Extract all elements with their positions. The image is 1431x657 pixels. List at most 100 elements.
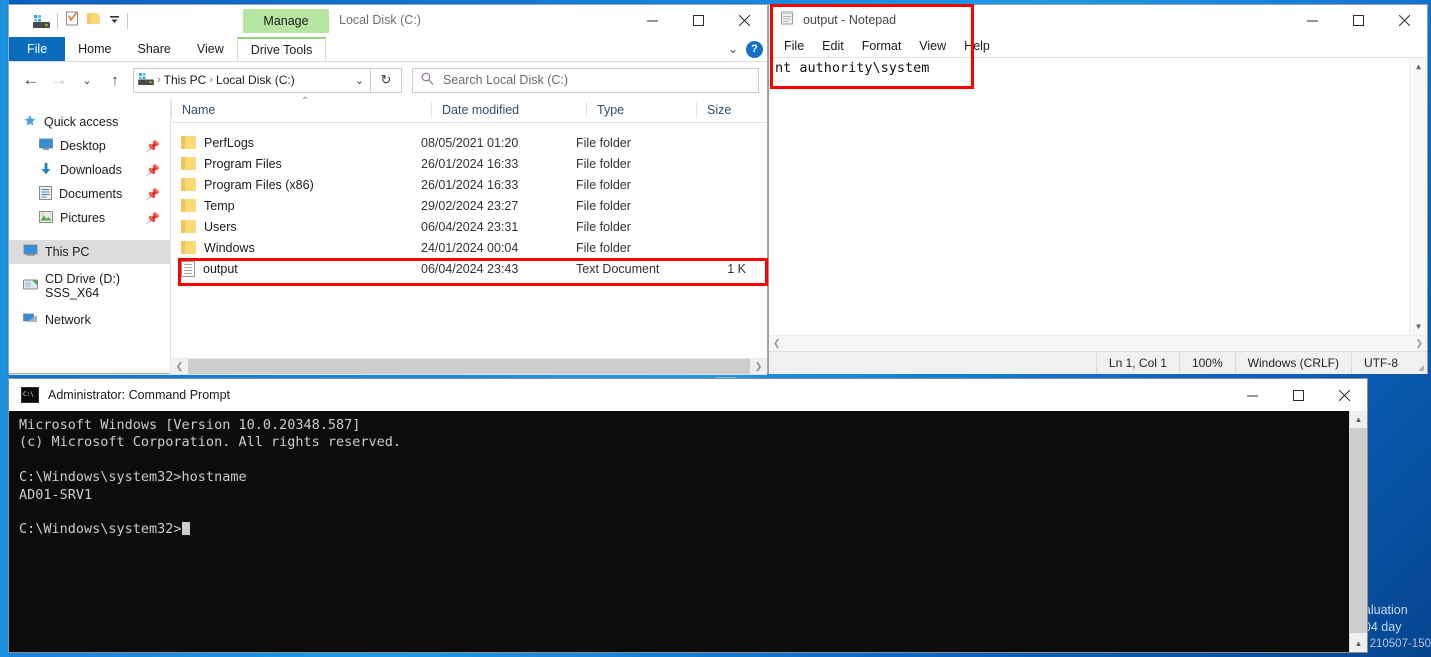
cmd-output[interactable]: Microsoft Windows [Version 10.0.20348.58… <box>9 411 1349 652</box>
notepad-text-area[interactable]: nt authority\system ▲ ▼ <box>769 57 1427 335</box>
tab-view[interactable]: View <box>184 37 237 61</box>
new-folder-icon[interactable] <box>87 12 102 30</box>
cmd-maximize-button[interactable] <box>1275 379 1321 411</box>
cmd-window-controls[interactable] <box>1229 379 1367 411</box>
table-row[interactable]: Windows 24/01/2024 00:04 File folder <box>171 237 767 258</box>
help-icon[interactable]: ? <box>746 40 763 58</box>
scroll-left-icon[interactable]: ❮ <box>773 338 781 349</box>
notepad-vertical-scrollbar[interactable]: ▲ ▼ <box>1409 58 1427 335</box>
column-headers[interactable]: ⌃ Name Date modified Type Size <box>171 96 767 123</box>
properties-icon[interactable] <box>65 11 80 31</box>
sidebar-item-cd-drive[interactable]: CD Drive (D:) SSS_X64 <box>9 272 170 300</box>
table-row[interactable]: Users 06/04/2024 23:31 File folder <box>171 216 767 237</box>
cmd-scroll-thumb[interactable] <box>1350 428 1367 633</box>
sidebar-item-pictures[interactable]: Pictures 📌 <box>9 206 170 230</box>
address-dropdown-icon[interactable]: ⌄ <box>355 74 366 87</box>
explorer-window-controls[interactable] <box>629 5 767 35</box>
table-row[interactable]: Program Files (x86) 26/01/2024 16:33 Fil… <box>171 174 767 195</box>
sidebar-item-this-pc[interactable]: This PC <box>9 240 170 264</box>
sidebar-item-downloads[interactable]: Downloads 📌 <box>9 158 170 182</box>
scroll-down-icon[interactable]: ▲ <box>1350 635 1367 652</box>
pin-icon-desktop[interactable]: 📌 <box>146 140 160 153</box>
cmd-close-button[interactable] <box>1321 379 1367 411</box>
notepad-maximize-button[interactable] <box>1335 5 1381 35</box>
file-explorer-window[interactable]: Manage Local Disk (C:) File Home Share V… <box>8 4 768 396</box>
column-header-size[interactable]: Size <box>696 102 756 118</box>
table-row[interactable]: PerfLogs 08/05/2021 01:20 File folder <box>171 132 767 153</box>
scroll-up-icon[interactable]: ▲ <box>1410 58 1427 75</box>
notepad-menu-bar[interactable]: File Edit Format View Help <box>769 35 1427 57</box>
command-prompt-window[interactable]: Administrator: Command Prompt Microsoft … <box>8 378 1368 653</box>
notepad-window-controls[interactable] <box>1289 5 1427 35</box>
quick-access-toolbar[interactable] <box>33 11 128 31</box>
menu-format[interactable]: Format <box>853 39 911 53</box>
explorer-close-button[interactable] <box>721 5 767 35</box>
up-button[interactable]: ↑ <box>101 66 129 94</box>
resize-grip-icon[interactable]: ◢ <box>1410 352 1427 374</box>
refresh-button[interactable]: ↻ <box>371 67 402 93</box>
menu-view[interactable]: View <box>910 39 955 53</box>
file-rows[interactable]: PerfLogs 08/05/2021 01:20 File folder Pr… <box>171 123 767 358</box>
horizontal-scroll-thumb[interactable] <box>188 359 750 374</box>
table-row[interactable]: Program Files 26/01/2024 16:33 File fold… <box>171 153 767 174</box>
customize-qat-icon[interactable] <box>109 12 120 30</box>
scroll-up-icon[interactable]: ▲ <box>1350 411 1367 428</box>
breadcrumb-local-disk[interactable]: Local Disk (C:) <box>216 73 295 87</box>
pin-icon-downloads[interactable]: 📌 <box>146 164 160 177</box>
notepad-close-button[interactable] <box>1381 5 1427 35</box>
sidebar-item-network[interactable]: Network <box>9 308 170 332</box>
explorer-minimize-button[interactable] <box>629 5 675 35</box>
column-header-date-modified[interactable]: Date modified <box>431 102 586 118</box>
cmd-line: Microsoft Windows [Version 10.0.20348.58… <box>19 417 361 433</box>
tab-share[interactable]: Share <box>125 37 184 61</box>
tab-drive-tools[interactable]: Drive Tools <box>236 37 327 61</box>
scroll-down-icon[interactable]: ▼ <box>1410 318 1427 335</box>
search-input[interactable]: Search Local Disk (C:) <box>412 67 759 93</box>
file-list-horizontal-scrollbar[interactable]: ❮ ❯ <box>171 358 767 374</box>
status-zoom[interactable]: 100% <box>1178 352 1235 374</box>
sidebar-label-quick-access: Quick access <box>44 115 119 129</box>
ribbon-collapse-icon[interactable]: ⌄ <box>728 42 738 56</box>
breadcrumb-this-pc[interactable]: This PC <box>164 73 207 87</box>
column-header-type[interactable]: Type <box>586 102 696 118</box>
pictures-icon <box>39 210 53 226</box>
table-row-output[interactable]: output 06/04/2024 23:43 Text Document 1 … <box>171 258 767 279</box>
notepad-horizontal-scrollbar[interactable]: ❮ ❯ <box>769 335 1427 351</box>
cmd-title-bar[interactable]: Administrator: Command Prompt <box>9 379 1367 411</box>
table-row[interactable]: Temp 29/02/2024 23:27 File folder <box>171 195 767 216</box>
back-button[interactable]: ← <box>17 66 45 94</box>
explorer-navigation-bar[interactable]: ← → ⌄ ↑ › This PC › Local Disk (C:) ⌄ ↻ … <box>9 62 767 98</box>
sidebar-item-documents[interactable]: Documents 📌 <box>9 182 170 206</box>
cmd-minimize-button[interactable] <box>1229 379 1275 411</box>
cmd-body[interactable]: Microsoft Windows [Version 10.0.20348.58… <box>9 411 1367 652</box>
address-bar[interactable]: › This PC › Local Disk (C:) ⌄ <box>133 67 371 93</box>
explorer-maximize-button[interactable] <box>675 5 721 35</box>
explorer-title-bar[interactable]: Manage Local Disk (C:) <box>9 5 767 37</box>
forward-button[interactable]: → <box>45 66 73 94</box>
drive-icon[interactable] <box>33 14 50 28</box>
notepad-minimize-button[interactable] <box>1289 5 1335 35</box>
pin-icon-pictures[interactable]: 📌 <box>146 212 160 225</box>
row-type: File folder <box>576 219 631 234</box>
sidebar-item-desktop[interactable]: Desktop 📌 <box>9 134 170 158</box>
sidebar-item-quick-access[interactable]: Quick access <box>9 110 170 134</box>
explorer-ribbon-tabs[interactable]: File Home Share View Drive Tools ⌄ ? <box>9 37 767 62</box>
tab-file[interactable]: File <box>9 37 66 61</box>
cmd-vertical-scrollbar[interactable]: ▲ ▲ <box>1349 411 1367 652</box>
navigation-pane[interactable]: Quick access Desktop 📌 Downloads 📌 Docum… <box>9 98 171 374</box>
recent-locations-button[interactable]: ⌄ <box>73 66 101 94</box>
tab-home[interactable]: Home <box>65 37 124 61</box>
star-icon <box>23 114 37 131</box>
menu-file[interactable]: File <box>775 39 813 53</box>
scroll-left-icon[interactable]: ❮ <box>171 361 188 372</box>
menu-edit[interactable]: Edit <box>813 39 853 53</box>
notepad-title-bar[interactable]: output - Notepad <box>769 5 1427 35</box>
scroll-right-icon[interactable]: ❯ <box>1415 338 1423 349</box>
pin-icon-documents[interactable]: 📌 <box>146 188 160 201</box>
notepad-window[interactable]: output - Notepad File Edit Format View H… <box>768 4 1428 374</box>
scroll-right-icon[interactable]: ❯ <box>750 361 767 372</box>
file-list-pane[interactable]: ⌃ Name Date modified Type Size PerfLogs … <box>171 96 767 374</box>
console-icon <box>21 387 39 403</box>
menu-help[interactable]: Help <box>955 39 999 53</box>
row-date: 29/02/2024 23:27 <box>421 198 519 213</box>
